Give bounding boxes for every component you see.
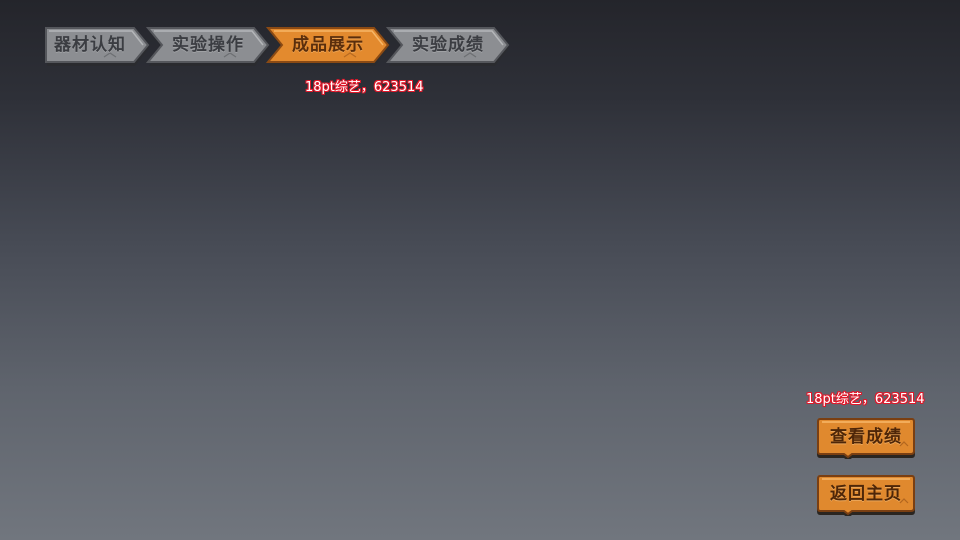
step-navigation: 器材认知 实验操作 成品展示 实验成绩 bbox=[44, 26, 514, 66]
step-tab-showcase[interactable]: 成品展示 bbox=[266, 26, 390, 66]
view-score-button[interactable]: 查看成绩 bbox=[816, 417, 916, 459]
button-font-annotation: 18pt综艺，623514 bbox=[806, 392, 925, 407]
step-tab-operation-label: 实验操作 bbox=[172, 35, 244, 55]
step-tab-results-label: 实验成绩 bbox=[412, 35, 484, 55]
step-tab-showcase-label: 成品展示 bbox=[292, 35, 364, 55]
step-tab-equipment[interactable]: 器材认知 bbox=[44, 26, 150, 66]
step-tab-results[interactable]: 实验成绩 bbox=[386, 26, 510, 66]
back-home-label: 返回主页 bbox=[830, 484, 902, 504]
view-score-label: 查看成绩 bbox=[830, 427, 902, 447]
nav-font-annotation: 18pt综艺，623514 bbox=[305, 80, 424, 95]
step-tab-operation[interactable]: 实验操作 bbox=[146, 26, 270, 66]
back-home-button[interactable]: 返回主页 bbox=[816, 474, 916, 516]
step-tab-equipment-label: 器材认知 bbox=[54, 35, 126, 55]
